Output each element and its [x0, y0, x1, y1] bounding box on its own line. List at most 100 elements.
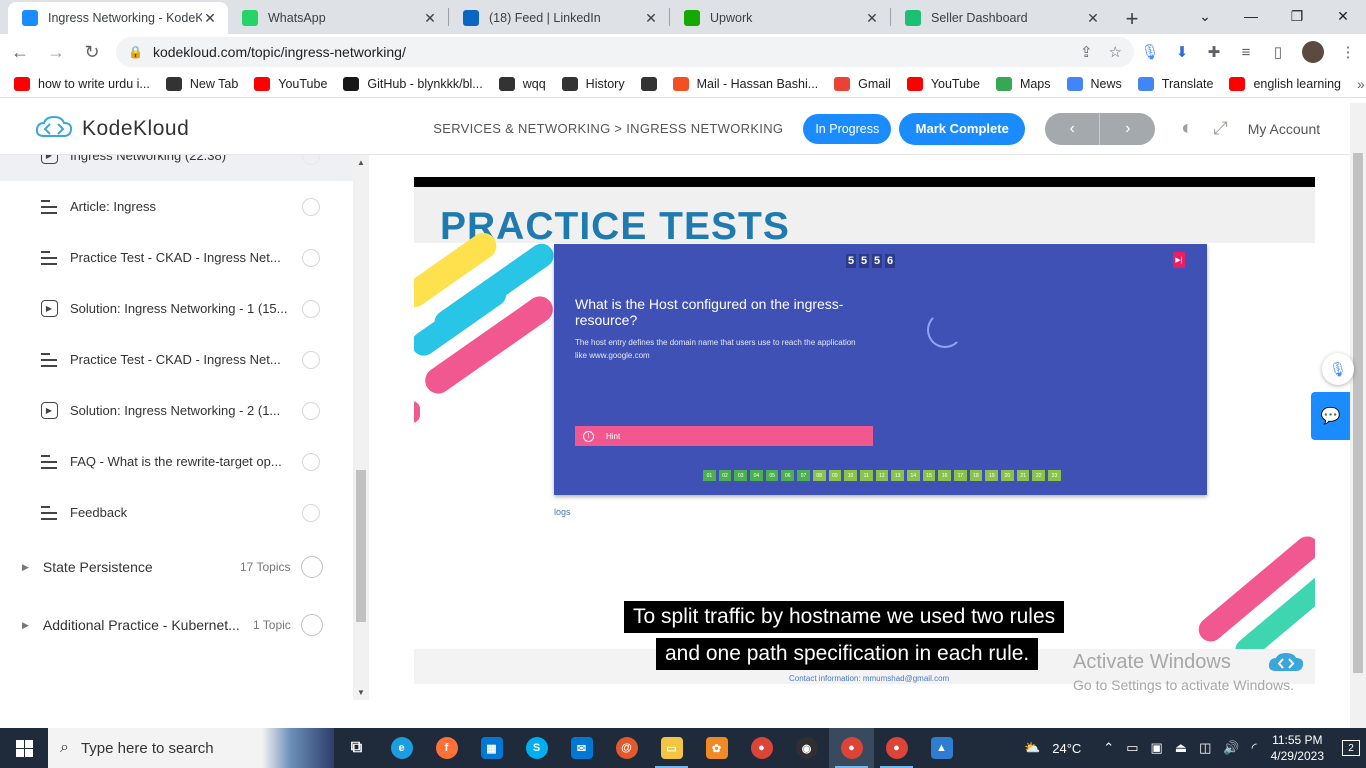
- bookmark-item[interactable]: how to write urdu i...: [14, 76, 150, 91]
- scroll-up-icon[interactable]: ▲: [357, 158, 365, 167]
- weather-icon[interactable]: ⛅: [1024, 740, 1040, 756]
- browser-tab[interactable]: Upwork ✕: [670, 2, 890, 34]
- tab-close-icon[interactable]: ✕: [422, 10, 438, 27]
- lesson-item[interactable]: ▶ Solution: Ingress Networking - 2 (1...: [0, 385, 353, 436]
- tab-close-icon[interactable]: ✕: [864, 10, 880, 27]
- page-scroll-thumb[interactable]: [1353, 153, 1363, 673]
- scroll-down-icon[interactable]: ▼: [357, 688, 365, 697]
- bookmark-item[interactable]: GitHub - blynkkk/bl...: [343, 76, 483, 91]
- bookmark-item[interactable]: YouTube: [906, 76, 980, 91]
- snail-app-icon[interactable]: @: [604, 728, 649, 768]
- bookmark-item[interactable]: wqq: [498, 76, 546, 91]
- volume-icon[interactable]: 🔊: [1223, 740, 1239, 756]
- kodekloud-logo[interactable]: KodeKloud: [34, 115, 189, 142]
- completion-circle-icon[interactable]: [302, 452, 320, 471]
- chat-widget-icon[interactable]: 💬: [1311, 392, 1350, 440]
- browser-tab[interactable]: WhatsApp ✕: [228, 2, 448, 34]
- bookmark-item[interactable]: [640, 76, 665, 91]
- bookmark-star-icon[interactable]: ☆: [1109, 43, 1122, 61]
- back-button[interactable]: ←: [4, 36, 36, 68]
- dark-mode-icon[interactable]: ◐: [1181, 117, 1193, 140]
- share-icon[interactable]: ⇪: [1080, 43, 1093, 61]
- bookmark-item[interactable]: News: [1066, 76, 1122, 91]
- completion-circle-icon[interactable]: [302, 248, 320, 267]
- chrome-profile-icon[interactable]: ●: [829, 728, 874, 768]
- lesson-item[interactable]: Practice Test - CKAD - Ingress Net...: [0, 232, 353, 283]
- completion-circle-icon[interactable]: [302, 197, 320, 216]
- tab-close-icon[interactable]: ✕: [643, 10, 659, 27]
- fullscreen-icon[interactable]: ⤢: [1213, 118, 1227, 139]
- bookmark-item[interactable]: New Tab: [165, 76, 238, 91]
- section-item[interactable]: ▶ State Persistence 17 Topics: [0, 538, 353, 596]
- notifications-icon[interactable]: 2: [1336, 740, 1366, 756]
- address-bar[interactable]: 🔒 kodekloud.com/topic/ingress-networking…: [116, 37, 1134, 67]
- skype-icon[interactable]: S: [514, 728, 559, 768]
- task-view-icon[interactable]: ⧉: [334, 728, 379, 768]
- lesson-item[interactable]: Practice Test - CKAD - Ingress Net...: [0, 334, 353, 385]
- display-icon[interactable]: ▣: [1150, 740, 1162, 756]
- completion-circle-icon[interactable]: [302, 155, 320, 165]
- voice-input-icon[interactable]: 🎙: [1322, 353, 1354, 385]
- usb-icon[interactable]: ⏏: [1175, 740, 1187, 756]
- photos-icon[interactable]: ▲: [919, 728, 964, 768]
- taskbar-search[interactable]: ⌕ Type here to search: [48, 728, 334, 768]
- lesson-item[interactable]: ▶ Ingress Networking (22:38): [0, 155, 353, 181]
- mark-complete-button[interactable]: Mark Complete: [899, 112, 1026, 145]
- file-explorer-icon[interactable]: ▭: [649, 728, 694, 768]
- completion-circle-icon[interactable]: [302, 401, 320, 420]
- voice-extension-icon[interactable]: 🎙: [1134, 37, 1166, 67]
- obs-icon[interactable]: ◉: [784, 728, 829, 768]
- close-window-button[interactable]: ✕: [1320, 0, 1366, 32]
- sidebar-scrollbar[interactable]: ▲ ▼: [353, 155, 369, 700]
- tab-search-icon[interactable]: ⌄: [1182, 0, 1228, 32]
- store-icon[interactable]: ▦: [469, 728, 514, 768]
- settings-app-icon[interactable]: ✿: [694, 728, 739, 768]
- bookmark-item[interactable]: Mail - Hassan Bashi...: [672, 76, 818, 91]
- clock[interactable]: 11:55 PM 4/29/2023: [1271, 732, 1324, 764]
- firefox-icon[interactable]: f: [424, 728, 469, 768]
- completion-circle-icon[interactable]: [302, 299, 320, 318]
- meet-icon[interactable]: ◫: [1199, 740, 1211, 756]
- edge-icon[interactable]: e: [379, 728, 424, 768]
- show-hidden-icons-icon[interactable]: ⌃: [1103, 740, 1114, 756]
- chrome-window-icon[interactable]: ●: [874, 728, 919, 768]
- bookmark-item[interactable]: Translate: [1137, 76, 1213, 91]
- reload-button[interactable]: ↻: [76, 36, 108, 68]
- my-account-link[interactable]: My Account: [1248, 121, 1320, 137]
- next-lesson-button[interactable]: ›: [1100, 112, 1156, 145]
- chrome-icon[interactable]: ●: [739, 728, 784, 768]
- completion-circle-icon[interactable]: [302, 503, 320, 522]
- battery-icon[interactable]: ▭: [1126, 740, 1138, 756]
- completion-circle-icon[interactable]: [302, 350, 320, 369]
- bookmark-item[interactable]: Maps: [995, 76, 1051, 91]
- completion-circle-icon[interactable]: [301, 556, 323, 578]
- side-panel-icon[interactable]: ▯: [1262, 37, 1294, 67]
- mail-icon[interactable]: ✉: [559, 728, 604, 768]
- download-extension-icon[interactable]: ⬇: [1166, 37, 1198, 67]
- wifi-icon[interactable]: ◜: [1252, 740, 1257, 756]
- expand-caret-icon[interactable]: ▶: [22, 620, 29, 631]
- lesson-item[interactable]: ▶ Solution: Ingress Networking - 1 (15...: [0, 283, 353, 334]
- browser-tab[interactable]: (18) Feed | LinkedIn ✕: [449, 2, 669, 34]
- weather-temp[interactable]: 24°C: [1052, 741, 1081, 756]
- completion-circle-icon[interactable]: [301, 614, 323, 636]
- sidebar-scroll-thumb[interactable]: [356, 470, 366, 622]
- bookmark-item[interactable]: History: [561, 76, 625, 91]
- bookmark-item[interactable]: YouTube: [254, 76, 327, 91]
- browser-tab[interactable]: Seller Dashboard ✕: [891, 2, 1111, 34]
- previous-lesson-button[interactable]: ‹: [1045, 112, 1101, 145]
- new-tab-button[interactable]: +: [1117, 4, 1147, 34]
- lesson-item[interactable]: Feedback: [0, 487, 353, 538]
- more-bookmarks-icon[interactable]: »: [1357, 76, 1365, 92]
- lesson-item[interactable]: Article: Ingress: [0, 181, 353, 232]
- bookmark-item[interactable]: Gmail: [834, 76, 891, 91]
- tab-close-icon[interactable]: ✕: [202, 10, 218, 27]
- expand-caret-icon[interactable]: ▶: [22, 562, 29, 573]
- restore-button[interactable]: ❐: [1274, 0, 1320, 32]
- forward-button[interactable]: →: [40, 36, 72, 68]
- lesson-item[interactable]: FAQ - What is the rewrite-target op...: [0, 436, 353, 487]
- browser-tab[interactable]: Ingress Networking - KodeKl ✕: [8, 2, 228, 34]
- tab-close-icon[interactable]: ✕: [1085, 10, 1101, 27]
- media-control-icon[interactable]: ≡: [1230, 37, 1262, 67]
- page-scrollbar[interactable]: [1350, 103, 1366, 728]
